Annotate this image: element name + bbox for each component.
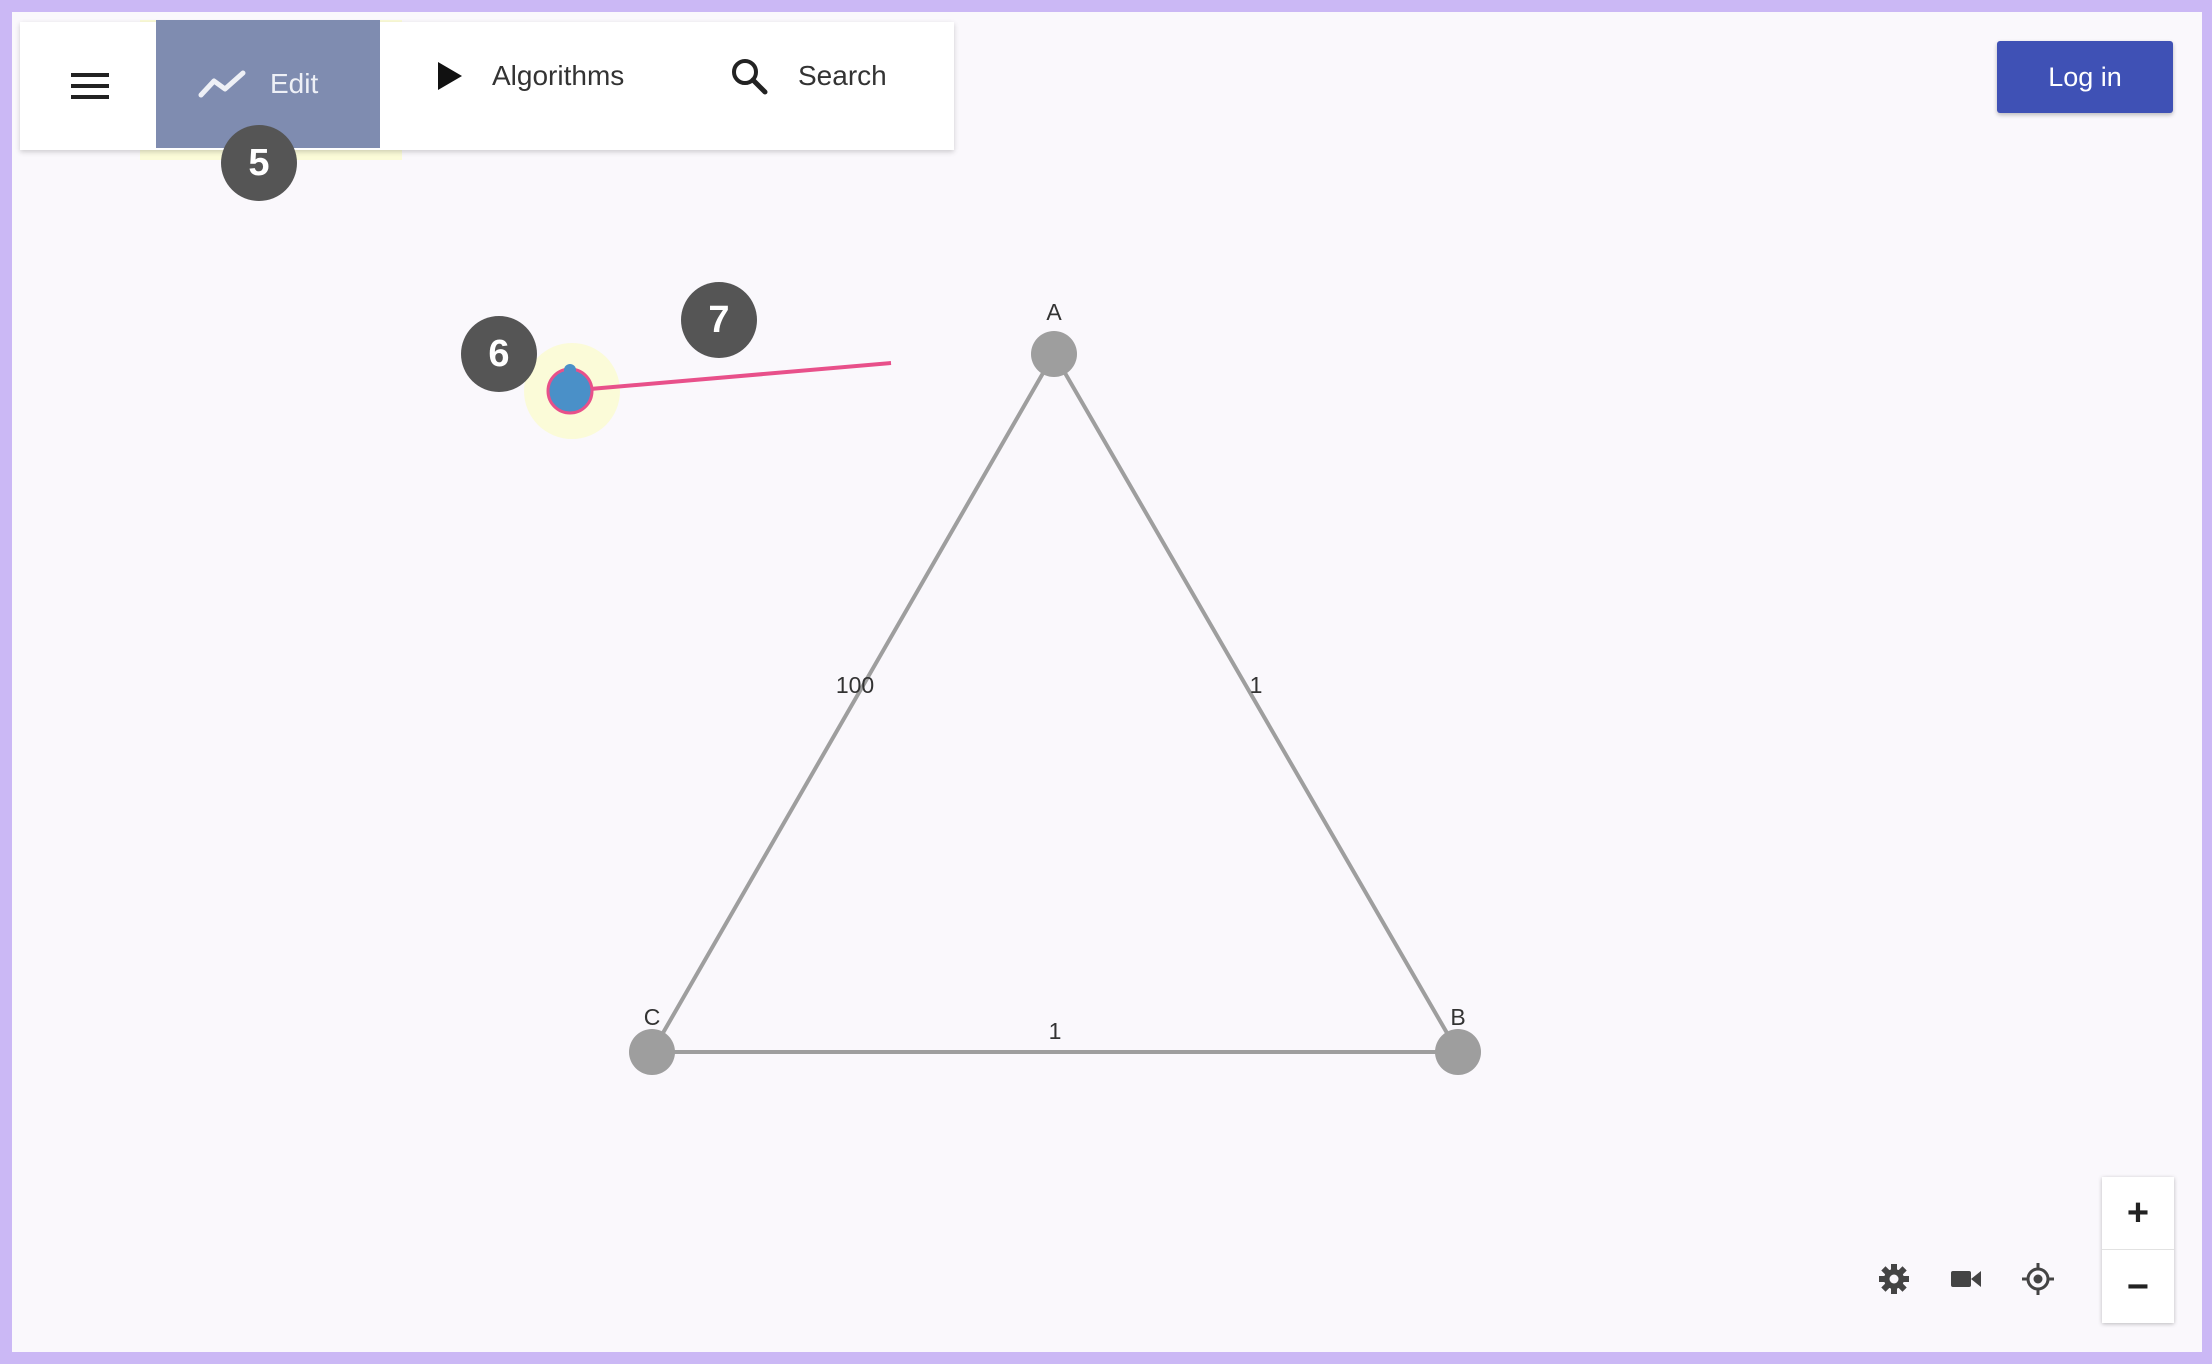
node-c[interactable]	[629, 1029, 675, 1075]
gear-icon[interactable]	[1874, 1259, 1914, 1299]
graph-canvas[interactable]: 100 1 1 A B C Edit Algorithms Search Log…	[12, 12, 2202, 1352]
zoom-out-button[interactable]: −	[2102, 1251, 2174, 1323]
login-button[interactable]: Log in	[1997, 41, 2173, 113]
search-icon	[730, 57, 768, 95]
edge-weight-a-b: 1	[1250, 672, 1263, 698]
algorithms-button[interactable]: Algorithms	[438, 52, 624, 100]
new-node-handle[interactable]	[564, 364, 576, 376]
node-b[interactable]	[1435, 1029, 1481, 1075]
algorithms-label: Algorithms	[492, 60, 625, 91]
search-label: Search	[798, 60, 887, 91]
edit-label: Edit	[270, 68, 319, 99]
node-label-b: B	[1450, 1004, 1465, 1030]
edge-weight-a-c: 100	[836, 672, 874, 698]
node-label-a: A	[1046, 299, 1062, 325]
zoom-controls: + −	[2102, 1177, 2174, 1323]
graph-svg[interactable]: 100 1 1 A B C	[12, 12, 2202, 1352]
crosshair-locate-icon[interactable]	[2018, 1259, 2058, 1299]
video-camera-icon[interactable]	[1946, 1259, 1986, 1299]
search-button[interactable]: Search	[730, 52, 887, 100]
step-badge-6: 6	[461, 316, 537, 392]
node-a[interactable]	[1031, 331, 1077, 377]
new-edge-drag-line[interactable]	[589, 361, 892, 391]
node-label-c: C	[644, 1004, 661, 1030]
line-chart-icon	[198, 69, 246, 99]
play-icon	[438, 62, 462, 90]
step-badge-7: 7	[681, 282, 757, 358]
hamburger-menu-icon[interactable]	[70, 66, 110, 106]
edge-a-b[interactable]	[1052, 352, 1460, 1054]
step-badge-5: 5	[221, 125, 297, 201]
zoom-in-button[interactable]: +	[2102, 1177, 2174, 1249]
zoom-divider	[2102, 1249, 2174, 1250]
edge-weight-c-b: 1	[1049, 1018, 1062, 1044]
edge-a-c[interactable]	[650, 353, 1056, 1053]
